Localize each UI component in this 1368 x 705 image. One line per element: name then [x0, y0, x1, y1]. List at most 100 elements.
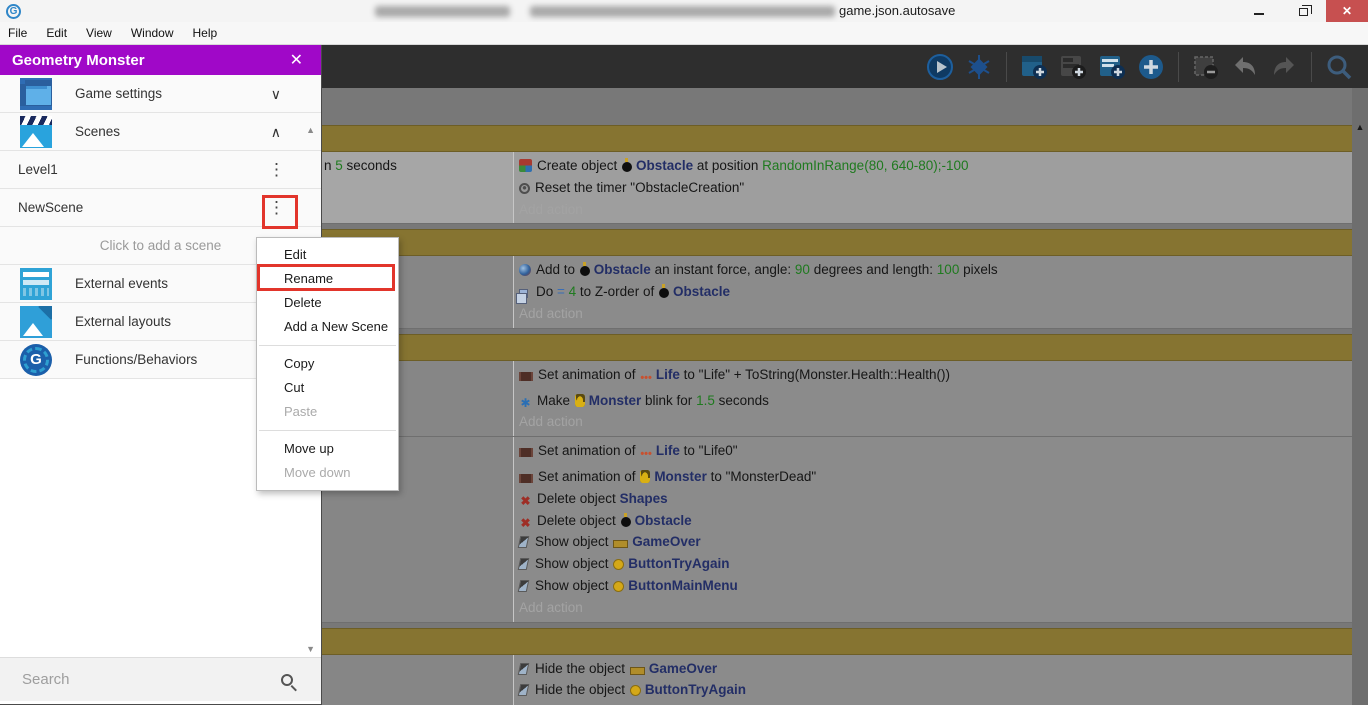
action-line[interactable]: Show object ButtonTryAgain	[519, 553, 1352, 575]
actions-cell[interactable]: Set animation of Life to "Life0"Set anim…	[514, 437, 1352, 621]
action-line[interactable]: Do = 4 to Z-order of Obstacle	[519, 281, 1352, 303]
undo-button[interactable]	[1230, 52, 1260, 82]
action-text: Add to	[536, 262, 579, 277]
event-row[interactable]: n 5 seconds Create object Obstacle at pos…	[322, 152, 1352, 224]
search-input[interactable]	[0, 671, 281, 688]
chevron-up-icon[interactable]: ∧	[271, 113, 281, 151]
actions-cell[interactable]: Add to Obstacle an instant force, angle:…	[514, 256, 1352, 327]
event-row[interactable]: Set animation of Life to "Life" + ToStri…	[322, 361, 1352, 437]
remove-event-button[interactable]	[1191, 52, 1221, 82]
scroll-up-icon[interactable]: ▲	[1352, 122, 1368, 132]
object-name: ButtonTryAgain	[645, 682, 746, 697]
sidebar-item-label: NewScene	[18, 200, 83, 215]
context-menu-item-cut[interactable]: Cut	[257, 376, 398, 400]
context-menu-item-delete[interactable]: Delete	[257, 291, 398, 315]
action-text: Do	[536, 284, 557, 299]
sidebar-item-scenes[interactable]: Scenes ∧	[0, 113, 321, 151]
menu-file[interactable]: File	[8, 26, 38, 40]
sidebar-item-label: Game settings	[75, 86, 162, 101]
action-line[interactable]: Delete object Shapes	[519, 488, 1352, 510]
restore-icon	[1299, 8, 1308, 16]
add-event-button[interactable]	[1019, 52, 1049, 82]
conditions-cell[interactable]	[322, 655, 514, 705]
add-action-link[interactable]: Add action	[519, 597, 1352, 619]
menu-edit[interactable]: Edit	[46, 26, 78, 40]
context-menu-item-add-a-new-scene[interactable]: Add a New Scene	[257, 315, 398, 339]
context-menu-item-edit[interactable]: Edit	[257, 243, 398, 267]
restore-button[interactable]	[1281, 0, 1326, 22]
sidebar-item-game-settings[interactable]: Game settings ∨	[0, 75, 321, 113]
close-panel-icon[interactable]: ✕	[284, 50, 309, 70]
object-name: Obstacle	[636, 158, 693, 173]
context-menu-item-paste: Paste	[257, 400, 398, 424]
close-window-button[interactable]: ✕	[1326, 0, 1368, 22]
action-line[interactable]: Hide the object ButtonMainMenu	[519, 701, 1352, 705]
event-row[interactable]: Add to Obstacle an instant force, angle:…	[322, 256, 1352, 328]
menu-window[interactable]: Window	[131, 26, 185, 40]
actions-cell[interactable]: Hide the object GameOverHide the object …	[514, 655, 1352, 705]
comment-row[interactable]	[322, 334, 1352, 361]
conditions-cell[interactable]: n 5 seconds	[322, 152, 514, 223]
event-row[interactable]: Hide the object GameOverHide the object …	[322, 655, 1352, 705]
minimize-button[interactable]	[1236, 0, 1281, 22]
action-line[interactable]: Delete object Obstacle	[519, 510, 1352, 532]
sidebar-item-label: Level1	[18, 162, 58, 177]
action-text: 90	[795, 262, 810, 277]
action-text: =	[557, 284, 565, 299]
sidebar-item-newscene[interactable]: NewScene ⋮	[0, 189, 321, 227]
search-button[interactable]	[1324, 52, 1354, 82]
action-line[interactable]: Create object Obstacle at position Rando…	[519, 155, 1352, 177]
toolbar-separator	[1311, 52, 1312, 82]
sidebar-item-level1[interactable]: Level1 ⋮	[0, 151, 321, 189]
bomb-thumb	[621, 517, 631, 527]
events-sheet[interactable]: n 5 seconds Create object Obstacle at pos…	[322, 88, 1352, 705]
add-action-link[interactable]: Add action	[519, 303, 1352, 325]
comment-row[interactable]	[322, 125, 1352, 152]
action-line[interactable]: Set animation of Life to "Life0"	[519, 440, 1352, 466]
action-line[interactable]: Set animation of Monster to "MonsterDead…	[519, 466, 1352, 488]
add-subevent-button[interactable]	[1058, 52, 1088, 82]
action-text: Delete object	[537, 491, 620, 506]
extevents-icon	[20, 268, 52, 300]
actions-cell[interactable]: Create object Obstacle at position Rando…	[514, 152, 1352, 223]
action-line[interactable]: Reset the timer "ObstacleCreation"	[519, 177, 1352, 199]
comment-row[interactable]	[322, 229, 1352, 256]
context-menu-item-rename[interactable]: Rename	[257, 267, 398, 291]
menu-help[interactable]: Help	[193, 26, 229, 40]
action-line[interactable]: Add to Obstacle an instant force, angle:…	[519, 259, 1352, 281]
action-line[interactable]: Hide the object ButtonTryAgain	[519, 679, 1352, 701]
context-menu-item-move-up[interactable]: Move up	[257, 437, 398, 461]
action-line[interactable]: Show object GameOver	[519, 531, 1352, 553]
scenes-icon	[20, 116, 52, 148]
sidebar-scroll-up-icon[interactable]: ▲	[306, 125, 315, 135]
force-icon	[519, 264, 531, 276]
action-line[interactable]: Set animation of Life to "Life" + ToStri…	[519, 364, 1352, 390]
action-line[interactable]: Hide the object GameOver	[519, 658, 1352, 680]
redo-button[interactable]	[1269, 52, 1299, 82]
sidebar-scroll-down-icon[interactable]: ▼	[306, 644, 315, 654]
action-line[interactable]: Show object ButtonMainMenu	[519, 575, 1352, 597]
item-menu-dots-icon[interactable]: ⋮	[268, 189, 285, 227]
create-icon	[519, 159, 532, 172]
play-button[interactable]	[925, 52, 955, 82]
actions-cell[interactable]: Set animation of Life to "Life" + ToStri…	[514, 361, 1352, 436]
delete-icon	[519, 495, 532, 508]
add-comment-button[interactable]	[1097, 52, 1127, 82]
add-action-link[interactable]: Add action	[519, 199, 1352, 221]
visibility-icon	[518, 536, 530, 548]
event-row[interactable]: Set animation of Life to "Life0"Set anim…	[322, 437, 1352, 622]
events-scrollbar[interactable]: ▲	[1352, 88, 1368, 705]
action-line[interactable]: Make Monster blink for 1.5 seconds	[519, 390, 1352, 412]
add-action-link[interactable]: Add action	[519, 411, 1352, 433]
chevron-down-icon[interactable]: ∨	[271, 75, 281, 113]
add-circle-button[interactable]	[1136, 52, 1166, 82]
item-menu-dots-icon[interactable]: ⋮	[268, 151, 285, 189]
menu-view[interactable]: View	[86, 26, 123, 40]
comment-row[interactable]	[322, 628, 1352, 655]
sidebar-item-label: Scenes	[75, 124, 120, 139]
context-menu-item-copy[interactable]: Copy	[257, 352, 398, 376]
debug-button[interactable]	[964, 52, 994, 82]
condition-line[interactable]: n 5 seconds	[324, 155, 513, 177]
action-text: to "MonsterDead"	[707, 469, 816, 484]
sidebar-item-label: External events	[75, 276, 168, 291]
